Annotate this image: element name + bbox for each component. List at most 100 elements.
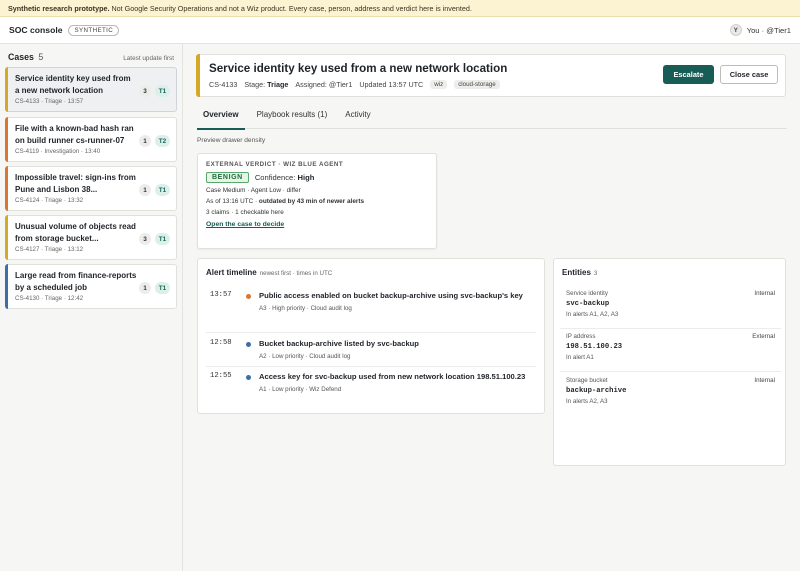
- app-title: SOC console: [9, 25, 63, 35]
- alert-text: Access key for svc-backup used from new …: [259, 372, 526, 381]
- timeline-item[interactable]: 12:55 Access key for svc-backup used fro…: [206, 372, 536, 408]
- top-bar: SOC console SYNTHETIC Y You · @Tier1: [0, 17, 800, 44]
- case-assigned: Assigned: @Tier1: [295, 80, 353, 89]
- confidence-label: Confidence:: [254, 173, 296, 182]
- alert-meta: A3 · High priority · Cloud audit log: [259, 304, 352, 312]
- case-severity-stripe: [5, 166, 8, 211]
- alert-meta: A1 · Low priority · Wiz Defend: [259, 385, 342, 393]
- entity-item[interactable]: Service identity Internal svc-backup In …: [560, 290, 781, 329]
- alert-count-badge: 1: [139, 135, 151, 147]
- prototype-banner: Synthetic research prototype. Not Google…: [0, 0, 800, 17]
- alert-count-badge: 3: [139, 233, 151, 245]
- entity-type: Service identity: [566, 290, 608, 297]
- entities-title: Entities 3: [562, 268, 597, 277]
- alert-time: 13:57: [210, 291, 232, 299]
- entity-scope: Internal: [754, 290, 775, 297]
- case-header-meta: CS-4133 Stage: Triage Assigned: @Tier1 U…: [209, 80, 500, 89]
- entity-type: IP address: [566, 333, 596, 340]
- priority-dot: [246, 375, 251, 380]
- entity-item[interactable]: Storage bucket Internal backup-archive I…: [560, 377, 781, 416]
- user-menu[interactable]: Y You · @Tier1: [729, 24, 791, 36]
- avatar: Y: [729, 24, 742, 36]
- case-card[interactable]: Impossible travel: sign-ins from Pune an…: [5, 166, 177, 211]
- tab-overview[interactable]: Overview: [197, 107, 245, 130]
- entity-scope: Internal: [754, 377, 775, 384]
- case-title: File with a known-bad hash ran on build …: [15, 124, 134, 145]
- entity-alerts: In alerts A2, A3: [566, 398, 608, 405]
- entity-alerts: In alerts A1, A2, A3: [566, 311, 619, 318]
- case-title: Service identity key used from a new net…: [15, 74, 131, 95]
- case-stage: Stage: Triage: [244, 80, 288, 89]
- preview-label: Preview drawer density: [197, 137, 266, 144]
- alert-count-badge: 1: [139, 184, 151, 196]
- tag-cloud-storage[interactable]: cloud-storage: [454, 80, 500, 89]
- close-case-button[interactable]: Close case: [720, 65, 778, 84]
- priority-dot: [246, 342, 251, 347]
- cases-title: Cases 5: [8, 52, 43, 62]
- alert-timeline: Alert timeline newest first · times in UT…: [197, 258, 545, 414]
- severity-comparison: Case Medium · Agent Low · differ: [206, 187, 301, 194]
- alert-text: Public access enabled on bucket backup-a…: [259, 291, 523, 300]
- alert-count-badge: 1: [139, 282, 151, 294]
- alert-time: 12:58: [210, 339, 232, 347]
- tier-badge: T1: [155, 233, 170, 245]
- verdict-badge: BENIGN: [206, 172, 249, 183]
- case-meta: CS-4124 · Triage · 13:32: [15, 197, 84, 204]
- case-updated: Updated 13:57 UTC: [359, 80, 424, 89]
- case-detail: Service identity key used from a new net…: [183, 44, 800, 571]
- stage-value: Triage: [267, 80, 289, 89]
- alert-meta: A2 · Low priority · Cloud audit log: [259, 352, 351, 360]
- case-meta: CS-4127 · Triage · 13:12: [15, 246, 84, 253]
- tab-playbook-results[interactable]: Playbook results (1): [251, 107, 334, 129]
- user-label: You · @Tier1: [746, 25, 791, 35]
- banner-bold-text: Synthetic research prototype.: [8, 4, 110, 13]
- confidence-value: High: [297, 173, 315, 182]
- timeline-item[interactable]: 12:58 Bucket backup-archive listed by sv…: [206, 339, 536, 367]
- case-card[interactable]: Unusual volume of objects read from stor…: [5, 215, 177, 260]
- escalate-button[interactable]: Escalate: [663, 65, 714, 84]
- entity-scope: External: [752, 333, 775, 340]
- sidebar-header: Cases 5 Latest update first: [0, 44, 182, 68]
- entity-value: backup-archive: [566, 387, 627, 395]
- verdict-asof: As of 13:16 UTC ·: [206, 198, 259, 205]
- tag-wiz[interactable]: wiz: [430, 80, 448, 89]
- verdict-freshness: As of 13:16 UTC · outdated by 43 min of …: [206, 198, 428, 205]
- tier-badge: T2: [155, 135, 170, 147]
- case-title-heading: Service identity key used from a new net…: [209, 62, 508, 75]
- case-severity-stripe: [5, 264, 8, 309]
- case-title: Large read from finance-reports by a sch…: [15, 271, 137, 292]
- sort-label[interactable]: Latest update first: [123, 55, 174, 62]
- case-header: Service identity key used from a new net…: [196, 54, 786, 97]
- verdict-confidence: Confidence: High: [255, 173, 315, 182]
- case-title: Unusual volume of objects read from stor…: [15, 222, 136, 243]
- entities-panel: Entities 3 Service identity Internal svc-…: [553, 258, 786, 466]
- entity-item[interactable]: IP address External 198.51.100.23 In ale…: [560, 333, 781, 372]
- case-card[interactable]: File with a known-bad hash ran on build …: [5, 117, 177, 162]
- tier-badge: T1: [155, 282, 170, 294]
- synthetic-pill: SYNTHETIC: [68, 24, 120, 36]
- case-header-stripe: [196, 54, 200, 97]
- case-card[interactable]: Service identity key used from a new net…: [5, 67, 177, 112]
- case-title: Impossible travel: sign-ins from Pune an…: [15, 173, 136, 194]
- external-verdict-card: EXTERNAL VERDICT · WIZ BLUE AGENT BENIGN…: [197, 153, 437, 249]
- tab-activity[interactable]: Activity: [339, 107, 376, 129]
- case-card[interactable]: Large read from finance-reports by a sch…: [5, 264, 177, 309]
- case-severity-stripe: [5, 215, 8, 260]
- entity-alerts: In alert A1: [566, 354, 594, 361]
- entity-type: Storage bucket: [566, 377, 608, 384]
- banner-text: Not Google Security Operations and not a…: [109, 4, 472, 13]
- case-meta: CS-4133 · Triage · 13:57: [15, 98, 84, 105]
- case-meta: CS-4119 · Investigation · 13:40: [15, 148, 101, 155]
- stage-label: Stage:: [244, 80, 266, 89]
- entities-title-text: Entities: [562, 268, 591, 277]
- priority-dot: [246, 294, 251, 299]
- timeline-item[interactable]: 13:57 Public access enabled on bucket ba…: [206, 291, 536, 333]
- open-case-link[interactable]: Open the case to decide: [206, 221, 284, 228]
- timeline-title: Alert timeline newest first · times in UT…: [206, 268, 332, 277]
- cases-count: 5: [38, 52, 44, 62]
- verdict-source: EXTERNAL VERDICT · WIZ BLUE AGENT: [206, 161, 344, 168]
- verdict-claims: 3 claims · 1 checkable here: [206, 209, 284, 216]
- entity-value: 198.51.100.23: [566, 343, 623, 351]
- case-id: CS-4133: [209, 80, 238, 89]
- case-severity-stripe: [5, 117, 8, 162]
